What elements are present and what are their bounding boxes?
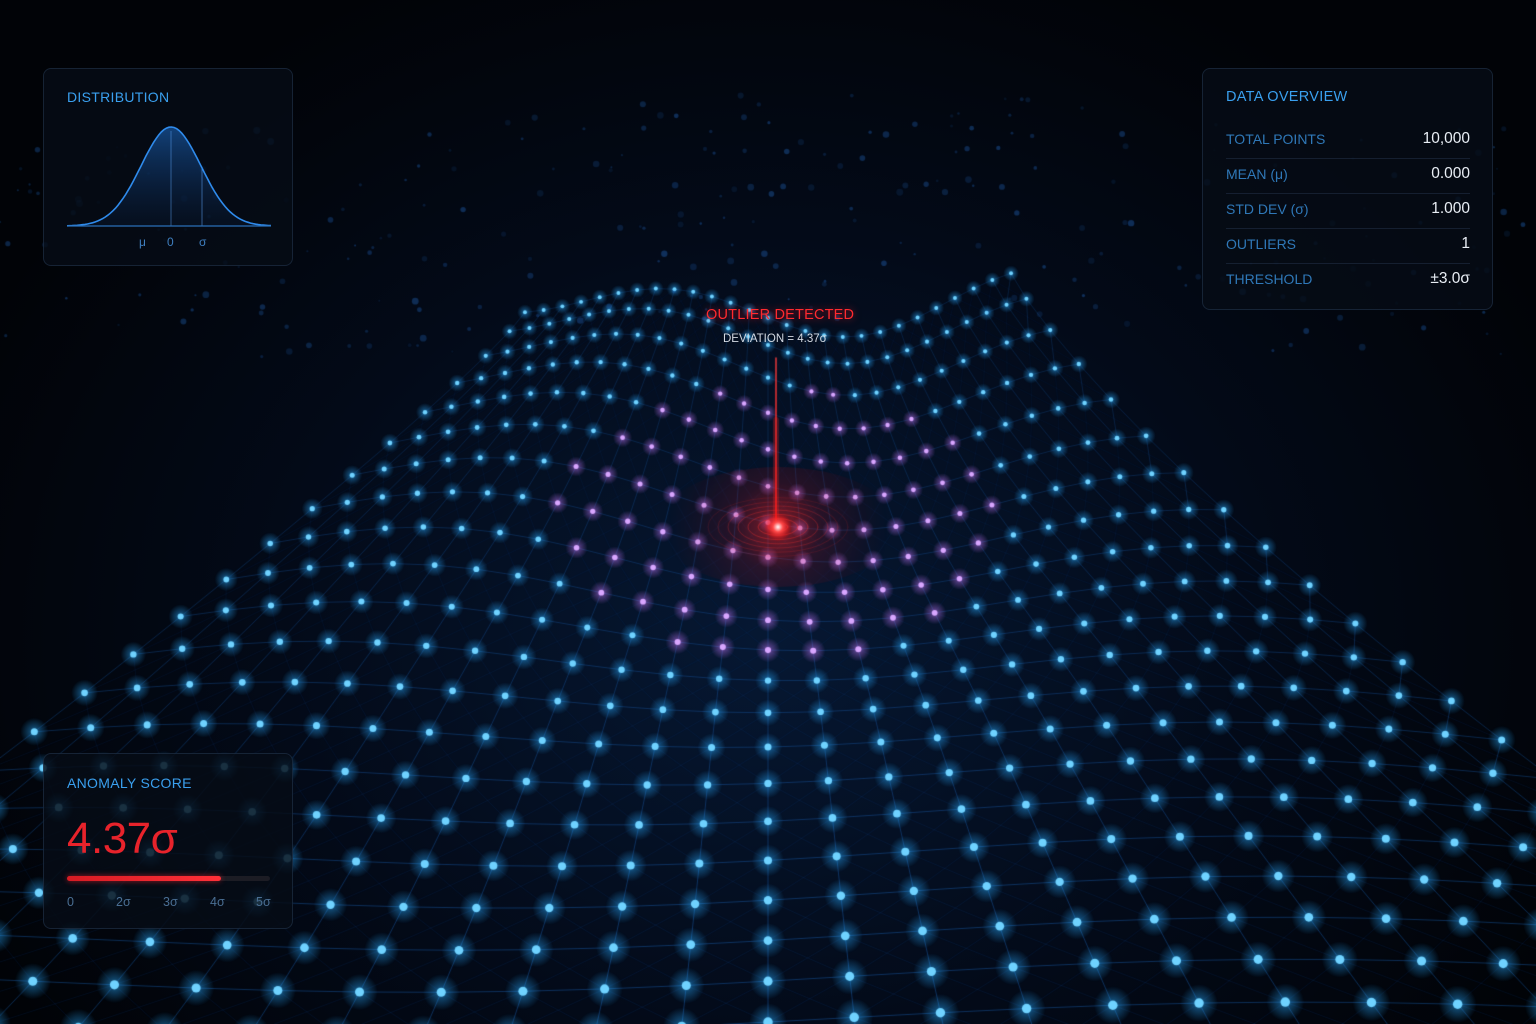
axis-label-mu: μ bbox=[139, 235, 146, 249]
overview-value: 10,000 bbox=[1422, 130, 1470, 147]
distribution-panel: μ 0 σ DISTRIBUTION bbox=[43, 68, 293, 266]
data-overview-panel: DATA OVERVIEW TOTAL POINTS 10,000 MEAN (… bbox=[1202, 68, 1493, 310]
overview-row-mean: MEAN (μ) 0.000 bbox=[1226, 158, 1470, 194]
outlier-detected-label: OUTLIER DETECTED bbox=[706, 307, 855, 323]
overview-value: 0.000 bbox=[1431, 165, 1470, 182]
visualization-stage: OUTLIER DETECTED DEVIATION = 4.37σ μ 0 σ… bbox=[0, 0, 1536, 1024]
outlier-deviation-label: DEVIATION = 4.37σ bbox=[723, 333, 827, 345]
overview-row-std-dev: STD DEV (σ) 1.000 bbox=[1226, 193, 1470, 229]
overview-value: 1.000 bbox=[1431, 200, 1470, 217]
overview-label: MEAN (μ) bbox=[1226, 166, 1288, 182]
anomaly-score-panel: ANOMALY SCORE 4.37σ 0 2σ 3σ 4σ 5σ bbox=[43, 753, 293, 929]
anomaly-score-bar bbox=[67, 876, 270, 881]
axis-label-sigma: σ bbox=[199, 235, 207, 249]
anomaly-score-value: 4.37σ bbox=[67, 814, 178, 863]
data-overview-title: DATA OVERVIEW bbox=[1226, 89, 1348, 105]
overview-label: TOTAL POINTS bbox=[1226, 131, 1326, 147]
overview-label: THRESHOLD bbox=[1226, 271, 1313, 287]
score-tick-0: 0 bbox=[67, 895, 74, 909]
overview-row-total-points: TOTAL POINTS 10,000 bbox=[1226, 123, 1470, 159]
score-tick-5sigma: 5σ bbox=[256, 895, 271, 909]
overview-row-threshold: THRESHOLD ±3.0σ bbox=[1226, 263, 1470, 298]
score-tick-4sigma: 4σ bbox=[210, 895, 225, 909]
score-tick-2sigma: 2σ bbox=[116, 895, 131, 909]
distribution-title: DISTRIBUTION bbox=[67, 89, 170, 105]
overview-value: ±3.0σ bbox=[1430, 270, 1470, 287]
overview-value: 1 bbox=[1461, 235, 1470, 252]
axis-label-zero: 0 bbox=[167, 235, 174, 249]
overview-label: OUTLIERS bbox=[1226, 236, 1297, 252]
anomaly-score-bar-fill bbox=[67, 876, 222, 881]
score-tick-3sigma: 3σ bbox=[163, 895, 178, 909]
overview-label: STD DEV (σ) bbox=[1226, 201, 1309, 217]
overview-row-outliers: OUTLIERS 1 bbox=[1226, 228, 1470, 264]
anomaly-score-title: ANOMALY SCORE bbox=[67, 775, 192, 791]
bell-curve-area bbox=[67, 127, 271, 226]
